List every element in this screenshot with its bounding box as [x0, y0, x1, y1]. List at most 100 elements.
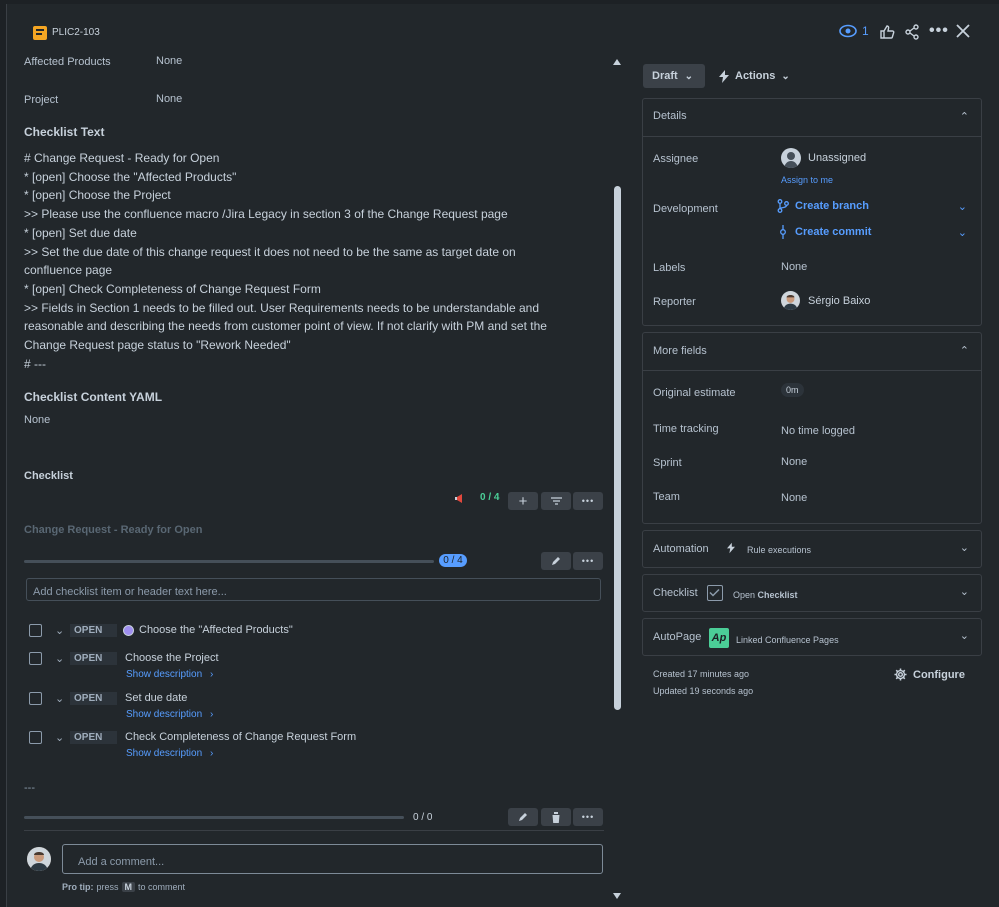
show-description-link[interactable]: Show description › — [126, 669, 213, 680]
updated-timestamp: Updated 19 seconds ago — [653, 686, 754, 696]
actions-label: Actions — [735, 70, 776, 82]
item-text[interactable]: Check Completeness of Change Request For… — [125, 731, 356, 743]
scroll-up-arrow[interactable] — [613, 59, 621, 65]
chevron-down-icon[interactable]: ⌄ — [55, 624, 64, 637]
item-text[interactable]: Choose the "Affected Products" — [139, 624, 293, 636]
like-icon[interactable] — [879, 24, 895, 43]
checklist-text-line: reasonable and describing the needs from… — [24, 319, 547, 334]
more-fields-title: More fields — [653, 345, 707, 357]
separator-text: --- — [24, 782, 35, 794]
show-description-link[interactable]: Show description › — [126, 709, 213, 720]
checklist-yaml-heading: Checklist Content YAML — [24, 390, 163, 404]
configure-label: Configure — [913, 668, 965, 681]
pencil-icon — [519, 813, 527, 821]
more-fields-header[interactable]: More fields ⌃ — [643, 333, 981, 371]
edit-section-button[interactable] — [508, 808, 538, 826]
status-lozenge[interactable]: OPEN — [70, 731, 117, 744]
create-branch-link[interactable]: Create branch ⌄ — [777, 199, 967, 213]
checklist-more-button[interactable]: ••• — [573, 492, 603, 510]
status-lozenge[interactable]: OPEN — [70, 692, 117, 705]
add-checklist-item-input[interactable]: Add checklist item or header text here..… — [26, 578, 601, 601]
assignee-value[interactable]: Unassigned — [808, 152, 866, 164]
checklist-text-line: * [open] Choose the Project — [24, 188, 171, 203]
actions-button[interactable]: Actions ⌄ — [719, 64, 790, 88]
chevron-down-icon[interactable]: ⌄ — [55, 692, 64, 705]
keyboard-key: M — [121, 882, 136, 892]
chevron-up-icon: ⌃ — [959, 345, 969, 357]
checklist-text-line: # --- — [24, 356, 46, 371]
status-lozenge[interactable]: OPEN — [70, 624, 117, 637]
section-more-button[interactable]: ••• — [573, 808, 603, 826]
item-text[interactable]: Choose the Project — [125, 652, 219, 664]
pro-tip-press: press — [96, 882, 119, 892]
time-tracking-value[interactable]: No time logged — [781, 425, 855, 437]
time-tracking-label: Time tracking — [653, 423, 719, 435]
watch-button[interactable]: 1 — [839, 24, 869, 38]
show-description-label: Show description — [126, 748, 203, 759]
group-more-button[interactable]: ••• — [573, 552, 603, 570]
chevron-down-icon: ⌄ — [959, 586, 969, 598]
branch-icon — [777, 199, 789, 213]
checklist-heading: Checklist — [24, 470, 73, 482]
watch-count: 1 — [862, 24, 869, 38]
reporter-value[interactable]: Sérgio Baixo — [808, 295, 870, 307]
automation-panel[interactable]: Automation Rule executions ⌄ — [642, 530, 982, 568]
affected-products-value[interactable]: None — [156, 55, 182, 67]
create-commit-link[interactable]: Create commit ⌄ — [777, 225, 967, 239]
chevron-down-icon[interactable]: ⌄ — [55, 652, 64, 665]
reporter-label: Reporter — [653, 296, 696, 308]
assignee-avatar-icon — [781, 148, 801, 168]
delete-section-button[interactable] — [541, 808, 571, 826]
checklist-text-heading: Checklist Text — [24, 125, 105, 139]
checklist-text-body[interactable]: # Change Request - Ready for Open * [ope… — [24, 149, 604, 373]
filter-button[interactable] — [541, 492, 571, 510]
sprint-value[interactable]: None — [781, 456, 807, 468]
status-button[interactable]: Draft ⌄ — [643, 64, 705, 88]
close-icon[interactable] — [956, 24, 970, 41]
status-lozenge[interactable]: OPEN — [70, 652, 117, 665]
project-label: Project — [24, 94, 59, 106]
group-progress-badge: 0 / 4 — [439, 554, 467, 567]
megaphone-icon[interactable] — [454, 492, 465, 507]
configure-button[interactable]: Configure — [894, 668, 965, 681]
chevron-down-icon: ⌄ — [781, 70, 790, 82]
open-checklist-bold: Checklist — [757, 590, 798, 600]
item-checkbox[interactable] — [29, 624, 42, 637]
commit-icon — [780, 225, 786, 239]
details-header[interactable]: Details ⌃ — [643, 99, 981, 137]
eye-icon — [839, 24, 857, 38]
show-description-link[interactable]: Show description › — [126, 748, 213, 759]
automation-value: Rule executions — [747, 545, 812, 555]
item-checkbox[interactable] — [29, 652, 42, 665]
assign-to-me-link[interactable]: Assign to me — [781, 175, 833, 185]
item-text[interactable]: Set due date — [125, 692, 187, 704]
scroll-down-arrow[interactable] — [613, 893, 621, 899]
autopage-logo-icon: Ap — [709, 628, 729, 648]
add-item-button[interactable]: + — [508, 492, 538, 510]
item-checkbox[interactable] — [29, 692, 42, 705]
reporter-avatar — [781, 291, 800, 310]
edit-group-button[interactable] — [541, 552, 571, 570]
labels-value[interactable]: None — [781, 261, 807, 273]
automation-title: Automation — [653, 543, 709, 555]
share-icon[interactable] — [904, 24, 920, 43]
pro-tip: Pro tip: press M to comment — [62, 882, 185, 892]
issue-key[interactable]: PLIC2-103 — [52, 27, 100, 38]
checklist-sidebar-panel[interactable]: Checklist Open Checklist ⌄ — [642, 574, 982, 612]
open-checklist-prefix: Open — [733, 590, 758, 600]
team-value[interactable]: None — [781, 492, 807, 504]
checkbox-icon — [707, 585, 723, 601]
chevron-down-icon[interactable]: ⌄ — [55, 731, 64, 744]
more-icon[interactable]: ••• — [929, 23, 949, 39]
item-checkbox[interactable] — [29, 731, 42, 744]
checklist-yaml-value[interactable]: None — [24, 414, 50, 426]
second-progress-bar — [24, 816, 404, 819]
autopage-panel[interactable]: AutoPage Ap Linked Confluence Pages ⌄ — [642, 618, 982, 656]
comment-input[interactable]: Add a comment... — [62, 844, 603, 874]
autopage-value: Linked Confluence Pages — [736, 635, 839, 645]
development-label: Development — [653, 203, 718, 215]
project-value[interactable]: None — [156, 93, 182, 105]
chevron-up-icon: ⌃ — [959, 111, 969, 123]
original-estimate-value[interactable]: 0m — [781, 383, 804, 397]
scrollbar-thumb[interactable] — [614, 186, 621, 710]
